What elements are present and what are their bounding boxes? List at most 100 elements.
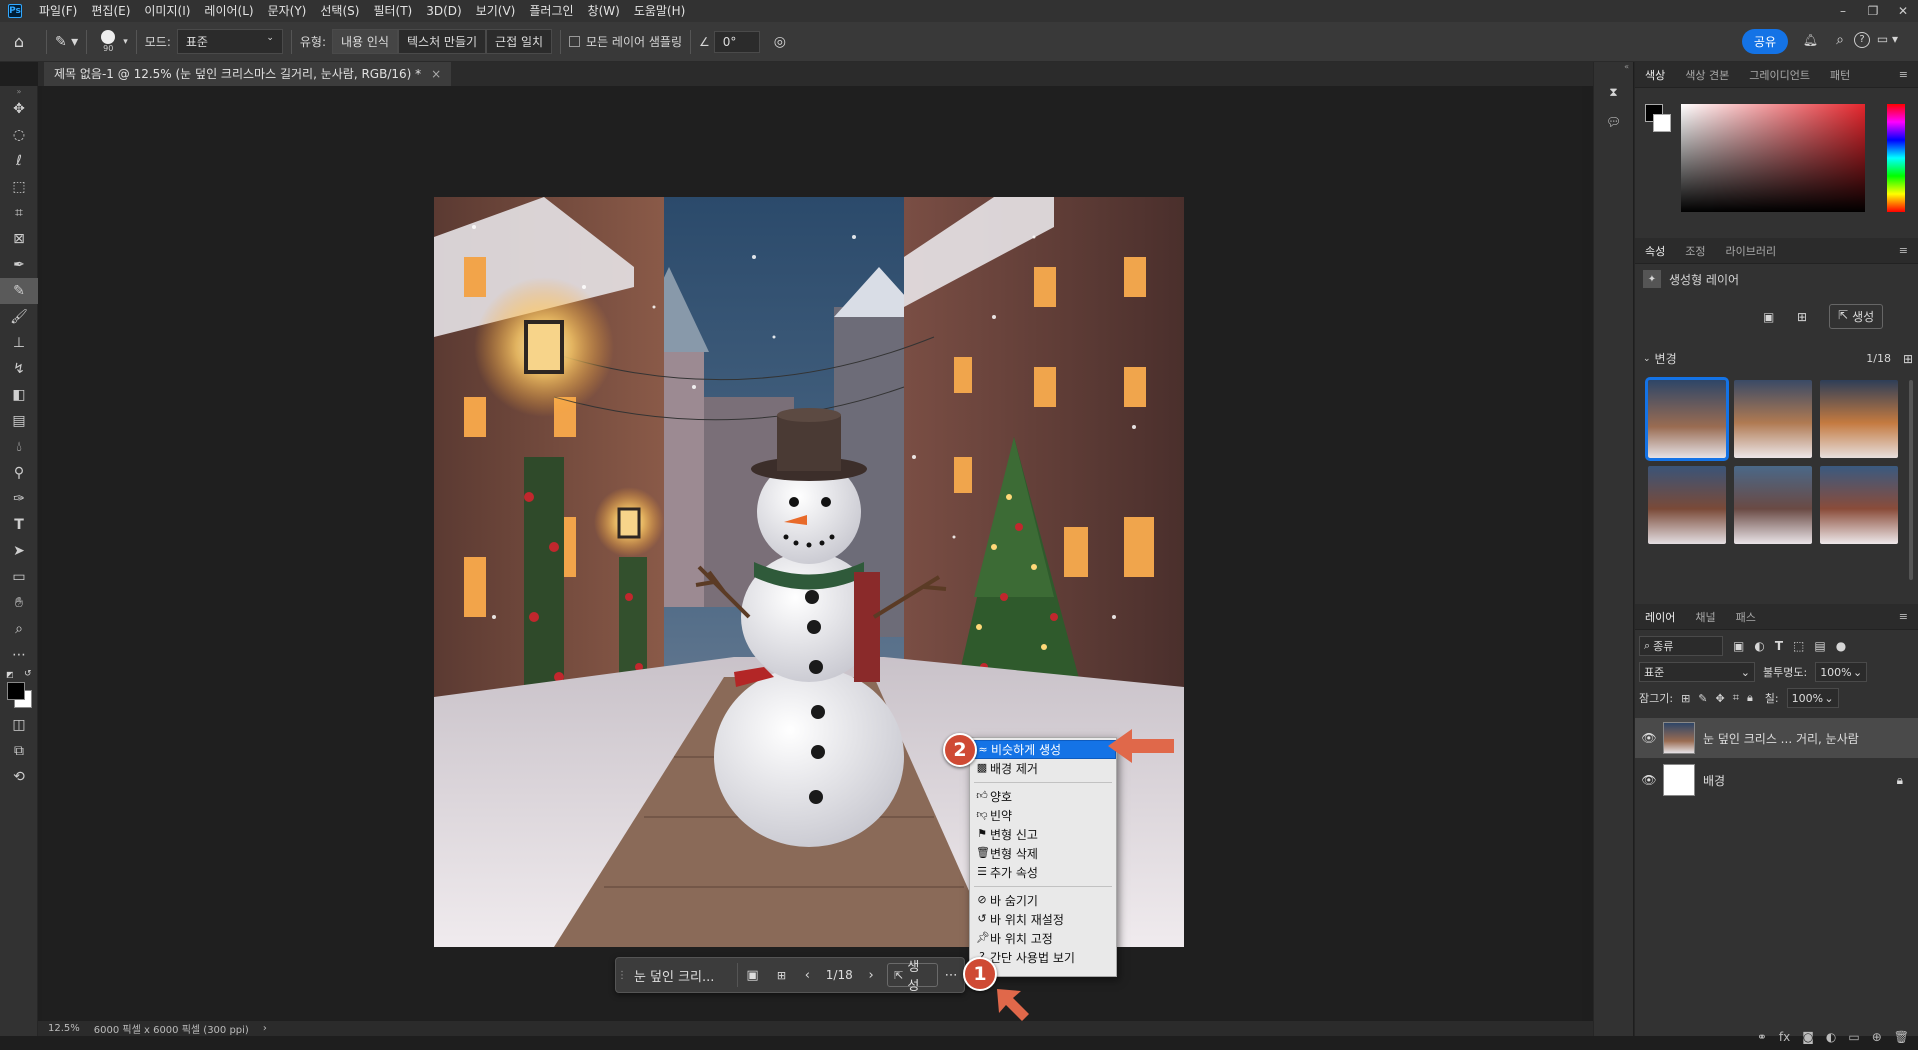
eye-icon[interactable]: 👁︎ — [1635, 773, 1663, 787]
share-button[interactable]: 공유 — [1741, 29, 1788, 54]
lock-all-icon[interactable]: 🔒︎ — [1747, 691, 1753, 705]
menu-edit[interactable]: 편집(E) — [84, 0, 137, 22]
menu-item-reset-bar-position[interactable]: ↺ 바 위치 재설정 — [970, 910, 1116, 929]
frame-tool-icon[interactable]: ⊠ — [0, 226, 38, 252]
lock-transparent-icon[interactable]: ⊞ — [1681, 692, 1690, 705]
variation-thumbnail[interactable] — [1734, 466, 1812, 544]
variation-thumbnail[interactable] — [1648, 466, 1726, 544]
status-menu-arrow[interactable]: › — [263, 1023, 267, 1034]
workspace-icon[interactable]: ▭ ▾ — [1877, 32, 1898, 46]
menu-view[interactable]: 보기(V) — [469, 0, 523, 22]
add-mask-icon[interactable]: ◙ — [1802, 1030, 1814, 1050]
new-group-icon[interactable]: ▭ — [1848, 1030, 1859, 1050]
menu-item-report[interactable]: ⚑ 변형 신고 — [970, 825, 1116, 844]
tab-gradients[interactable]: 그레이디언트 — [1739, 67, 1820, 83]
menu-item-remove-background[interactable]: ▩ 배경 제거 — [970, 759, 1116, 778]
spot-healing-tool-icon[interactable]: ✎ ▾ — [55, 34, 78, 50]
quick-mask-icon[interactable]: ◫ — [0, 712, 38, 738]
variations-grid-icon[interactable]: ⊞ — [767, 969, 795, 982]
layer-kind-filter[interactable]: ⌕ 종류 — [1639, 636, 1723, 656]
type-tool-icon[interactable]: T — [0, 512, 38, 538]
layer-name[interactable]: 배경 — [1703, 772, 1725, 789]
swap-colors-icon[interactable]: ↺ — [24, 669, 32, 679]
menu-layer[interactable]: 레이어(L) — [197, 0, 260, 22]
restore-button[interactable]: ❐ — [1858, 4, 1888, 18]
zoom-level[interactable]: 12.5% — [48, 1023, 80, 1034]
bell-icon[interactable]: 🔔︎ — [1803, 33, 1818, 47]
previous-variation-icon[interactable]: ‹ — [795, 968, 819, 983]
pressure-icon[interactable]: ◎ — [774, 34, 786, 50]
generate-button[interactable]: ⇱ 생성 — [887, 960, 939, 994]
pixel-filter-icon[interactable]: ▣ — [1733, 639, 1744, 653]
menu-item-delete-variation[interactable]: 🗑︎ 변형 삭제 — [970, 844, 1116, 863]
chevron-down-icon[interactable]: ▾ — [123, 37, 128, 47]
tab-layers[interactable]: 레이어 — [1635, 609, 1685, 625]
menu-image[interactable]: 이미지(I) — [137, 0, 197, 22]
tab-color[interactable]: 색상 — [1635, 67, 1675, 83]
menu-window[interactable]: 창(W) — [581, 0, 627, 22]
next-variation-icon[interactable]: › — [859, 968, 883, 983]
opacity-input[interactable]: 100% ⌄ — [1815, 662, 1868, 682]
rectangle-tool-icon[interactable]: ▭ — [0, 564, 38, 590]
menu-filter[interactable]: 필터(T) — [366, 0, 419, 22]
variation-thumbnail[interactable] — [1820, 466, 1898, 544]
fill-input[interactable]: 100% ⌄ — [1786, 688, 1839, 708]
reference-image-icon[interactable]: ▣ — [1763, 310, 1774, 324]
healing-brush-tool-icon[interactable]: ✎ — [0, 278, 38, 304]
comments-panel-icon[interactable]: 💬︎ — [1594, 107, 1633, 137]
lock-pixels-icon[interactable]: ✎ — [1698, 692, 1707, 705]
layer-name[interactable]: 눈 덮인 크리스 ... 거리, 눈사람 — [1703, 730, 1859, 747]
menu-item-pin-bar-position[interactable]: 📌︎ 바 위치 고정 — [970, 929, 1116, 948]
blend-mode-select[interactable]: 표준 ⌄ — [1639, 662, 1755, 682]
delete-layer-icon[interactable]: 🗑︎ — [1894, 1030, 1909, 1050]
variation-thumbnail[interactable] — [1734, 380, 1812, 458]
menu-item-hide-bar[interactable]: ⊘ 바 숨기기 — [970, 891, 1116, 910]
menu-file[interactable]: 파일(F) — [32, 0, 84, 22]
chevron-down-icon[interactable]: ⌄ — [1643, 354, 1651, 364]
blur-tool-icon[interactable]: 💧︎ — [0, 434, 38, 460]
zoom-tool-icon[interactable]: ⌕ — [0, 616, 38, 642]
lock-artboard-icon[interactable]: ⌗ — [1733, 691, 1739, 705]
mode-select[interactable]: 표준 ⌄ — [176, 29, 283, 54]
menu-item-more-properties[interactable]: ☰ 추가 속성 — [970, 863, 1116, 882]
menu-select[interactable]: 선택(S) — [313, 0, 366, 22]
brush-tool-icon[interactable]: 🖌︎ — [0, 304, 38, 330]
background-color-swatch[interactable] — [1653, 114, 1671, 132]
sample-all-layers-checkbox[interactable] — [569, 36, 581, 47]
variations-scrollbar[interactable] — [1909, 380, 1913, 580]
move-tool-icon[interactable]: ✥ — [0, 96, 38, 122]
tab-paths[interactable]: 패스 — [1726, 609, 1766, 625]
color-swatches[interactable]: ◩ ↺ — [0, 668, 38, 712]
dodge-tool-icon[interactable]: ⚲ — [0, 460, 38, 486]
shape-filter-icon[interactable]: ⬚ — [1793, 639, 1804, 653]
panel-menu-icon[interactable]: ≡ — [1889, 68, 1918, 81]
fx-icon[interactable]: fx — [1779, 1030, 1790, 1050]
screen-mode-icon[interactable]: ⧉ — [0, 738, 38, 764]
properties-generate-button[interactable]: ⇱ 생성 — [1829, 304, 1884, 329]
variation-thumbnail[interactable] — [1645, 377, 1729, 461]
menu-plugins[interactable]: 플러그인 — [522, 0, 580, 22]
tab-swatches[interactable]: 색상 견본 — [1675, 67, 1739, 83]
eraser-tool-icon[interactable]: ◧ — [0, 382, 38, 408]
object-select-tool-icon[interactable]: ⬚ — [0, 174, 38, 200]
adjustment-layer-icon[interactable]: ◐ — [1826, 1030, 1836, 1050]
brush-size-picker[interactable]: 90 — [95, 30, 121, 53]
lasso-tool-icon[interactable]: ℓ — [0, 148, 38, 174]
lock-position-icon[interactable]: ✥ — [1716, 692, 1725, 705]
type-filter-icon[interactable]: T — [1775, 639, 1783, 653]
hand-tool-icon[interactable]: ✋︎ — [0, 590, 38, 616]
pen-tool-icon[interactable]: ✑ — [0, 486, 38, 512]
document-tab[interactable]: 제목 없음-1 @ 12.5% (눈 덮인 크리스마스 길거리, 눈사람, RG… — [44, 62, 452, 86]
home-icon[interactable]: ⌂ — [0, 32, 38, 51]
angle-input[interactable]: 0° — [713, 30, 760, 53]
eye-icon[interactable]: 👁︎ — [1635, 731, 1663, 745]
close-window-button[interactable]: ✕ — [1888, 4, 1918, 18]
content-aware-button[interactable]: 내용 인식 — [332, 29, 398, 54]
more-options-icon[interactable]: ⋯ — [938, 968, 964, 983]
variation-thumbnail[interactable] — [1820, 380, 1898, 458]
tab-libraries[interactable]: 라이브러리 — [1716, 243, 1787, 259]
artboard-icon[interactable]: ⟲ — [0, 764, 38, 790]
eyedropper-tool-icon[interactable]: ✒ — [0, 252, 38, 278]
filter-toggle-icon[interactable]: ● — [1836, 639, 1846, 653]
menu-item-generate-similar[interactable]: ≈ 비슷하게 생성 — [970, 740, 1116, 759]
